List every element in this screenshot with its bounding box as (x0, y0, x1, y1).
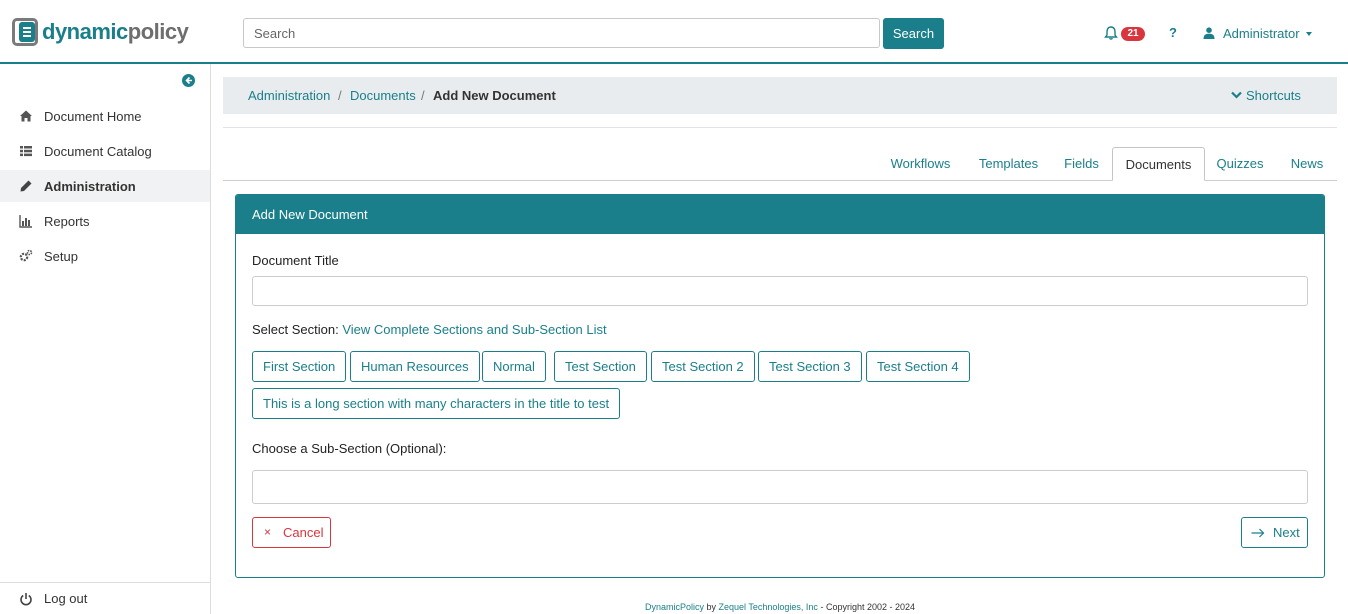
help-icon[interactable]: ? (1169, 25, 1177, 40)
home-icon (20, 110, 32, 122)
footer-product-link[interactable]: DynamicPolicy (645, 602, 704, 612)
section-button[interactable]: Normal (482, 351, 546, 382)
add-document-card: Add New Document Document Title Select S… (235, 194, 1325, 578)
brand-name: dynamicpolicy (42, 18, 189, 46)
sidebar-item-document-home[interactable]: Document Home (0, 100, 210, 132)
list-icon (20, 146, 32, 157)
top-navbar: dynamicpolicy Search 21 ? Administrator (0, 0, 1348, 64)
sidebar-item-administration[interactable]: Administration (0, 170, 210, 202)
breadcrumb-current: Add New Document (433, 88, 556, 103)
view-sections-link[interactable]: View Complete Sections and Sub-Section L… (342, 322, 606, 337)
subsection-select[interactable] (252, 470, 1308, 504)
bell-icon[interactable] (1103, 25, 1119, 41)
arrow-right-icon (1251, 528, 1265, 538)
shortcuts-dropdown[interactable]: Shortcuts (1246, 88, 1301, 103)
document-title-label: Document Title (252, 253, 339, 268)
search-input[interactable] (243, 18, 880, 48)
sidebar-item-label: Document Home (44, 108, 142, 124)
section-button[interactable]: Test Section 4 (866, 351, 970, 382)
sidebar-item-label: Administration (44, 178, 136, 194)
breadcrumb: Administration / Documents / Add New Doc… (223, 77, 1337, 114)
collapse-sidebar-icon[interactable] (182, 74, 195, 87)
user-menu[interactable]: Administrator (1223, 26, 1300, 41)
sidebar-item-reports[interactable]: Reports (0, 205, 210, 237)
section-button[interactable]: This is a long section with many charact… (252, 388, 621, 419)
close-icon: × (264, 525, 272, 539)
tab-templates[interactable]: Templates (965, 147, 1052, 181)
tab-workflows[interactable]: Workflows (877, 147, 964, 181)
sidebar-item-setup[interactable]: Setup (0, 240, 210, 272)
chevron-down-icon[interactable] (1306, 32, 1312, 36)
tab-news[interactable]: News (1276, 147, 1338, 181)
next-button[interactable]: Next (1241, 517, 1308, 548)
section-button[interactable]: Test Section 3 (758, 351, 862, 382)
section-button[interactable]: Test Section 2 (651, 351, 755, 382)
brand-name-part2: policy (127, 19, 189, 44)
divider (223, 127, 1337, 128)
footer: DynamicPolicy by Zequel Technologies, In… (0, 602, 1348, 612)
card-title: Add New Document (236, 195, 1324, 234)
section-button[interactable]: Test Section (554, 351, 647, 382)
cancel-button[interactable]: × Cancel (252, 517, 331, 548)
brand-logo[interactable]: dynamicpolicy (12, 18, 189, 46)
tab-documents[interactable]: Documents (1112, 147, 1205, 181)
sidebar-item-label: Document Catalog (44, 143, 152, 159)
sidebar: Document Home Document Catalog Administr… (0, 64, 211, 614)
notification-badge[interactable]: 21 (1121, 27, 1145, 41)
tab-quizzes[interactable]: Quizzes (1206, 147, 1274, 181)
section-button[interactable]: First Section (252, 351, 347, 382)
document-title-input[interactable] (252, 276, 1308, 306)
footer-copyright: - Copyright 2002 - 2024 (820, 602, 916, 612)
cogs-icon (19, 249, 33, 262)
bar-chart-icon (19, 215, 32, 228)
sidebar-item-label: Setup (44, 248, 78, 264)
pencil-icon (20, 180, 32, 192)
user-icon[interactable] (1203, 27, 1215, 39)
chevron-down-icon[interactable] (1231, 91, 1242, 99)
select-section-row: Select Section: View Complete Sections a… (252, 322, 607, 337)
footer-company-link[interactable]: Zequel Technologies, Inc (719, 602, 818, 612)
breadcrumb-documents[interactable]: Documents (350, 88, 416, 103)
sidebar-item-label: Reports (44, 213, 90, 229)
section-button[interactable]: Human Resources (350, 351, 480, 382)
breadcrumb-administration[interactable]: Administration (248, 88, 330, 103)
cancel-label: Cancel (283, 525, 324, 540)
tab-fields[interactable]: Fields (1053, 147, 1110, 181)
select-section-label: Select Section: (252, 322, 339, 337)
logo-icon (12, 18, 38, 46)
subsection-label: Choose a Sub-Section (Optional): (252, 441, 447, 456)
sidebar-item-document-catalog[interactable]: Document Catalog (0, 135, 210, 167)
breadcrumb-separator: / (338, 88, 342, 103)
brand-name-part1: dynamic (42, 19, 128, 44)
search-button[interactable]: Search (883, 18, 944, 49)
next-label: Next (1273, 525, 1300, 540)
breadcrumb-separator: / (421, 88, 425, 103)
footer-by: by (706, 602, 717, 612)
